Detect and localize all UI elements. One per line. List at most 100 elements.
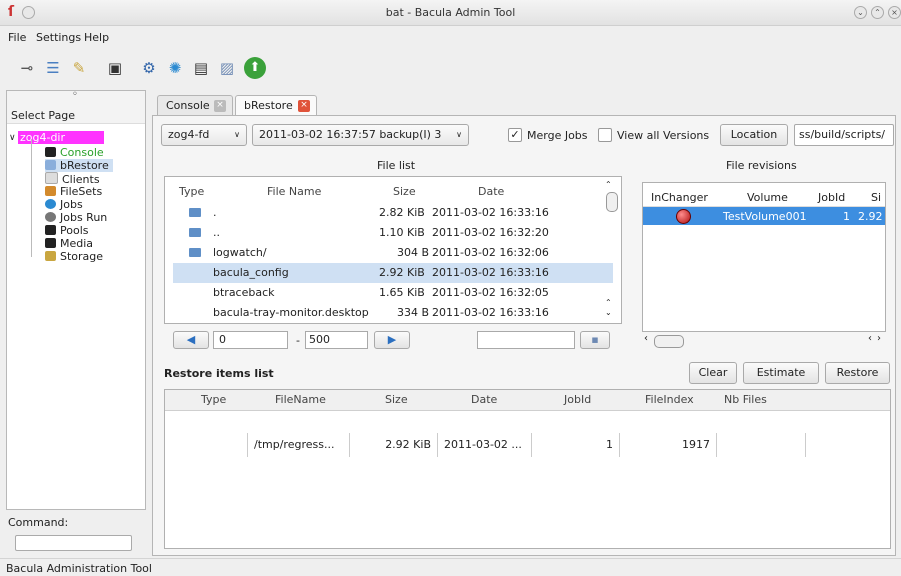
location-input[interactable]: ss/build/scripts/ — [794, 124, 894, 146]
page-from-input[interactable]: 0 — [213, 331, 288, 349]
scroll-left-icon[interactable]: ‹ — [868, 333, 872, 344]
col-jobid[interactable]: JobId — [564, 393, 591, 406]
sidebar-item-jobs-run[interactable]: Jobs Run — [45, 211, 107, 224]
command-input[interactable] — [15, 535, 132, 551]
col-size[interactable]: Si — [871, 191, 881, 204]
col-type[interactable]: Type — [201, 393, 226, 406]
clients-icon — [45, 172, 58, 184]
scroll-thumb[interactable] — [654, 335, 684, 348]
menu-help[interactable]: Help — [84, 31, 109, 44]
col-nb-files[interactable]: Nb Files — [724, 393, 767, 406]
sidebar-item-pools[interactable]: Pools — [45, 224, 89, 237]
menu-file[interactable]: File — [8, 31, 26, 44]
menu-settings[interactable]: Settings — [36, 31, 81, 44]
title-bar: ſ bat - Bacula Admin Tool ⌄ ⌃ × — [0, 0, 901, 26]
col-inchanger[interactable]: InChanger — [651, 191, 708, 204]
table-row[interactable]: .. 1.10 KiB 2011-03-02 16:32:20 — [173, 223, 613, 243]
scroll-left-icon[interactable]: ‹ — [644, 333, 648, 344]
filter-icon[interactable]: ▪ — [580, 331, 610, 349]
minimize-button[interactable]: ⌄ — [854, 6, 867, 19]
client-select[interactable]: zog4-fd ∨ — [161, 124, 247, 146]
col-size[interactable]: Size — [385, 393, 408, 406]
restore-button[interactable]: Restore — [825, 362, 890, 384]
table-row[interactable]: btraceback 1.65 KiB 2011-03-02 16:32:05 — [173, 283, 613, 303]
next-page-button[interactable]: ▶ — [374, 331, 410, 349]
scroll-thumb[interactable] — [606, 192, 618, 212]
close-button[interactable]: × — [888, 6, 901, 19]
previous-page-button[interactable]: ◀ — [173, 331, 209, 349]
chevron-down-icon: ∨ — [234, 130, 240, 139]
browse-icon[interactable]: ▨ — [216, 57, 238, 79]
tab-console[interactable]: Console × — [157, 95, 233, 115]
col-jobid[interactable]: JobId — [818, 191, 845, 204]
location-button[interactable]: Location — [720, 124, 788, 146]
file-list-table: Type File Name Size Date . 2.82 KiB 2011… — [164, 176, 622, 324]
sidebar-item-jobs[interactable]: Jobs — [45, 198, 83, 211]
select-page-pane: ◦ Select Page ∨ zog4-dir Console bRestor… — [6, 89, 146, 510]
folder-icon — [189, 228, 201, 237]
col-file-name[interactable]: File Name — [267, 183, 321, 201]
sidebar-item-storage[interactable]: Storage — [45, 250, 103, 263]
col-filename[interactable]: FileName — [275, 393, 326, 406]
sidebar-item-brestore[interactable]: bRestore — [45, 159, 113, 172]
job-select[interactable]: 2011-03-02 16:37:57 backup(I) 3 ∨ — [252, 124, 469, 146]
scroll-up-icon[interactable]: ⌃ — [605, 298, 612, 307]
sidebar-item-media[interactable]: Media — [45, 237, 93, 250]
chevron-down-icon: ∨ — [456, 130, 462, 139]
sidebar-item-console[interactable]: Console — [45, 146, 104, 159]
col-type[interactable]: Type — [179, 183, 204, 201]
scroll-right-icon[interactable]: › — [877, 333, 881, 344]
table-row[interactable]: logwatch/ 304 B 2011-03-02 16:32:06 — [173, 243, 613, 263]
restore-icon[interactable]: ▤ — [190, 57, 212, 79]
table-row-selected[interactable]: bacula_config 2.92 KiB 2011-03-02 16:33:… — [173, 263, 613, 283]
pin-icon[interactable]: ◦ — [72, 89, 78, 100]
clear-button[interactable]: Clear — [689, 362, 737, 384]
sidebar-item-clients[interactable]: Clients — [45, 172, 100, 186]
col-fileindex[interactable]: FileIndex — [645, 393, 694, 406]
restore-items-table: Type FileName Size Date JobId FileIndex … — [164, 389, 891, 549]
close-icon[interactable]: × — [214, 100, 226, 112]
window-title: bat - Bacula Admin Tool — [385, 6, 516, 19]
view-all-versions-checkbox[interactable] — [598, 128, 612, 142]
status-bar: Bacula Administration Tool — [0, 558, 901, 576]
col-size[interactable]: Size — [393, 183, 416, 201]
page-range-dash: - — [296, 334, 300, 347]
tab-brestore[interactable]: bRestore × — [235, 95, 317, 116]
col-volume[interactable]: Volume — [747, 191, 788, 204]
scroll-down-icon[interactable]: ⌄ — [605, 308, 612, 317]
merge-jobs-checkbox[interactable]: ✓ — [508, 128, 522, 142]
jobs-run-icon — [45, 212, 56, 222]
table-row[interactable]: /tmp/regress... 2.92 KiB 2011-03-02 ... … — [165, 410, 890, 457]
table-row[interactable]: . 2.82 KiB 2011-03-02 16:33:16 — [173, 203, 613, 223]
run-icon[interactable]: ⬆ — [244, 57, 266, 79]
tree-collapse-icon[interactable]: ∨ — [9, 133, 16, 143]
toolbar: ⊸ ☰ ✎ ▣ ⚙ ✺ ▤ ▨ ⬆ — [0, 48, 901, 90]
col-date[interactable]: Date — [471, 393, 497, 406]
menu-bar: File Settings Help — [0, 26, 901, 48]
file-revisions-table: InChanger Volume JobId Si TestVolume001 … — [642, 182, 886, 332]
status-icon[interactable]: ⚙ — [138, 57, 160, 79]
revisions-hscrollbar[interactable]: ‹ ‹ › — [642, 333, 886, 348]
refresh-icon[interactable]: ✺ — [164, 57, 186, 79]
col-date[interactable]: Date — [478, 183, 504, 201]
tree-line — [31, 139, 32, 257]
estimate-button[interactable]: Estimate — [743, 362, 819, 384]
list-icon[interactable]: ☰ — [42, 57, 64, 79]
save-icon[interactable]: ▣ — [104, 57, 126, 79]
table-row-selected[interactable]: TestVolume001 1 2.92 — [643, 207, 885, 225]
table-row[interactable]: bacula-tray-monitor.desktop 334 B 2011-0… — [173, 303, 613, 323]
restore-items-header: Type FileName Size Date JobId FileIndex … — [165, 390, 890, 411]
close-icon[interactable]: × — [298, 100, 310, 112]
label-icon[interactable]: ✎ — [68, 57, 90, 79]
inchanger-icon — [676, 209, 691, 224]
sidebar-item-filesets[interactable]: FileSets — [45, 185, 102, 198]
view-all-versions-label: View all Versions — [617, 129, 710, 142]
connect-icon[interactable]: ⊸ — [16, 57, 38, 79]
maximize-button[interactable]: ⌃ — [871, 6, 884, 19]
page-to-input[interactable]: 500 — [305, 331, 368, 349]
file-revisions-title: File revisions — [726, 159, 797, 172]
folder-icon — [189, 248, 201, 257]
file-list-scrollbar[interactable]: ⌃ ⌃ ⌄ — [605, 180, 618, 320]
filter-input[interactable] — [477, 331, 575, 349]
scroll-up-icon[interactable]: ⌃ — [605, 180, 612, 189]
